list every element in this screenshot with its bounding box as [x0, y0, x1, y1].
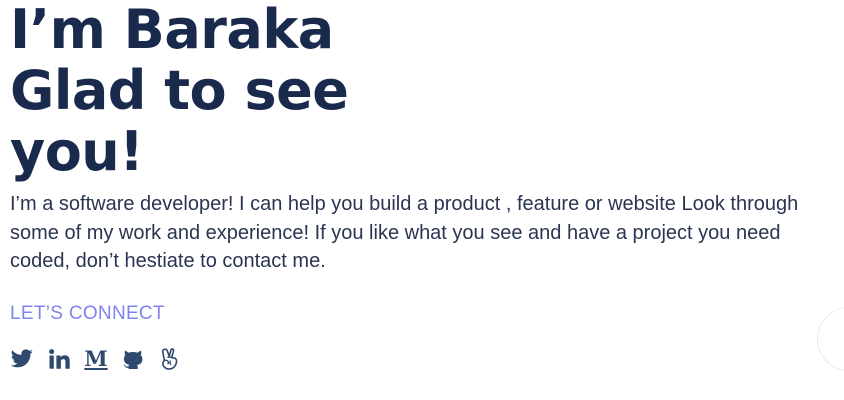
- twitter-icon: [11, 349, 33, 368]
- twitter-link[interactable]: [10, 347, 34, 371]
- headline-line-3: you!: [10, 120, 144, 183]
- angellist-link[interactable]: [158, 347, 182, 371]
- social-links: M: [10, 345, 830, 371]
- github-icon: [123, 350, 143, 369]
- lets-connect-link[interactable]: LET’S CONNECT: [10, 303, 165, 325]
- medium-link[interactable]: M: [84, 345, 108, 371]
- headline-line-2: Glad to see: [10, 59, 349, 122]
- hero-headline: I’m Baraka Glad to see you!: [10, 0, 830, 182]
- medium-icon: M: [84, 345, 108, 371]
- intro-paragraph: I’m a software developer! I can help you…: [10, 193, 799, 272]
- linkedin-icon: [48, 348, 70, 369]
- linkedin-link[interactable]: [47, 347, 71, 371]
- headline-line-1: I’m Baraka: [10, 0, 334, 61]
- github-link[interactable]: [121, 347, 145, 371]
- hero-section: I’m Baraka Glad to see you! I’m a softwa…: [10, 0, 830, 371]
- angellist-icon: [161, 347, 178, 370]
